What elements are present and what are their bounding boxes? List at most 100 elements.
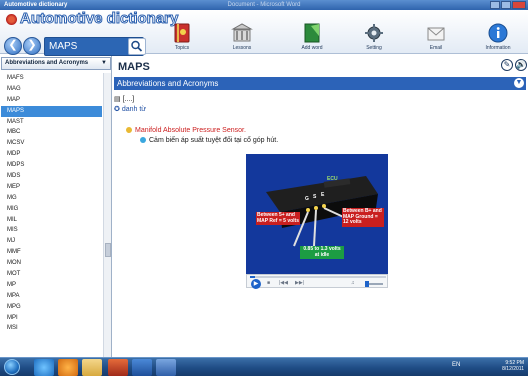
list-item[interactable]: MEP [1,182,102,193]
volume-icon[interactable]: ♫ [351,280,355,286]
translation-text: Cảm biến áp suất tuyệt đối tại cổ góp hú… [149,137,279,144]
definition-bullet-icon [126,127,132,134]
list-item[interactable]: MP [1,280,102,291]
email-envelope-icon [427,27,445,41]
volume-knob[interactable] [365,281,369,287]
clock[interactable]: 9:52 PM 8/12/2011 [502,360,524,372]
list-item[interactable]: MPI [1,313,102,324]
list-item[interactable]: MCSV [1,138,102,149]
search-input[interactable] [49,40,127,53]
back-button[interactable]: ❮ [4,37,22,55]
chevron-down-icon: ▼ [101,60,107,66]
pin-label-e: E [321,192,325,198]
media-player-controls: ▶ ■ |◀◀ ▶▶| ♫ [246,274,388,289]
tool-label: Setting [366,45,382,51]
previous-button[interactable]: |◀◀ [279,280,288,286]
list-item[interactable]: MMF [1,247,102,258]
list-item[interactable]: MIG [1,204,102,215]
title-bar: Automotive dictionary Document - Microso… [0,0,528,10]
list-item[interactable]: MAFS [1,73,102,84]
category-label: Abbreviations and Acronyms [5,60,89,66]
maximize-button[interactable] [501,1,511,9]
app-logo: Automotive dictionary [19,10,179,28]
list-item[interactable]: MAST [1,117,102,128]
tool-add-word[interactable]: Add word [290,22,334,56]
pronounce-button[interactable]: ✎ [501,59,513,71]
volume-slider[interactable] [367,283,383,285]
tool-setting[interactable]: Setting [352,22,396,56]
translation-bullet-icon [140,137,146,144]
taskbar-app-icon[interactable] [156,359,176,376]
list-item[interactable]: MJ [1,236,102,247]
taskbar: EN 9:52 PM 8/12/2011 [0,357,528,376]
lessons-building-icon [231,23,253,42]
list-item[interactable]: MOT [1,269,102,280]
page-title: MAPS [118,61,150,73]
taskbar-folder-icon[interactable] [82,359,102,376]
topics-book-icon [174,23,190,43]
list-item[interactable]: MAP [1,95,102,106]
seek-progress [250,276,256,278]
forward-button[interactable]: ❯ [23,37,41,55]
section-title: Abbreviations and Acronyms [117,79,219,88]
language-indicator[interactable]: EN [452,362,460,368]
tool-lessons[interactable]: Lessons [220,22,264,56]
clock-date: 8/12/2011 [502,366,524,372]
sidebar-scrollbar[interactable] [103,73,111,357]
list-item[interactable]: MPA [1,291,102,302]
category-dropdown[interactable]: Abbreviations and Acronyms ▼ [1,57,111,70]
list-item[interactable]: MON [1,258,102,269]
list-item[interactable]: MPG [1,302,102,313]
list-item[interactable]: MIL [1,215,102,226]
search-icon [131,40,143,52]
close-button[interactable] [512,1,526,9]
list-item[interactable]: MIS [1,225,102,236]
pin-label-g: G [305,196,309,202]
list-item[interactable]: MBC [1,127,102,138]
tool-label: Email [429,45,443,51]
annotation-bottom: 0.85 to 1.3 volts at idle [300,246,344,259]
tool-information[interactable]: Information [476,22,520,56]
annotation-right: Between B+ and MAP Ground = 12 volts [342,208,384,227]
scrollbar-thumb[interactable] [105,243,111,257]
entry-tag-text: [....] [122,96,135,103]
sidebar: Abbreviations and Acronyms ▼ MAFS MAG MAP M… [0,56,112,357]
tool-label: Add word [301,45,323,51]
tool-email[interactable]: Email [414,22,458,56]
entry-tag: ▤ [....] [114,96,135,103]
annotation-left: Between 5+ and MAP Ref = 5 volts [256,212,300,225]
header-toolbar: Automotive dictionary ❮ ❯ Topics [0,10,528,56]
next-button[interactable]: ▶▶| [295,280,304,286]
video-frame[interactable]: ECU G S E Between 5+ and MAP Ref = 5 vol… [246,154,388,274]
taskbar-media-icon[interactable] [58,359,78,376]
part-of-speech-text: danh từ [121,106,146,113]
taskbar-ie-icon[interactable] [34,359,54,376]
information-icon [488,23,508,43]
definition-text: Manifold Absolute Pressure Sensor. [135,127,246,134]
list-item[interactable]: MSI [1,323,102,334]
translation: Cảm biến áp suất tuyệt đối tại cổ góp hú… [140,137,278,144]
collapse-chevron-icon[interactable]: ▼ [514,78,524,88]
list-item[interactable]: MDP [1,149,102,160]
speaker-button[interactable]: 🔊 [515,59,527,71]
part-of-speech: ✪ danh từ [114,106,146,113]
list-item[interactable]: MDS [1,171,102,182]
start-button[interactable] [4,359,20,375]
search-button[interactable] [128,38,146,55]
app-window: Automotive dictionary Document - Microso… [0,0,528,376]
play-button[interactable]: ▶ [251,279,261,289]
seek-bar[interactable] [250,276,386,278]
list-item[interactable]: MDPS [1,160,102,171]
background-document-title: Document - Microsoft Word [227,2,301,8]
list-item[interactable]: MAG [1,84,102,95]
taskbar-dictionary-icon[interactable] [108,359,128,376]
list-item[interactable]: MAPS [1,105,102,117]
list-item[interactable]: MG [1,193,102,204]
taskbar-word-icon[interactable] [132,359,152,376]
stop-button[interactable]: ■ [267,280,270,286]
window-controls [490,1,526,9]
tool-label: Topics [174,45,190,51]
setting-gear-icon [365,24,383,42]
tool-topics[interactable]: Topics [160,22,204,56]
minimize-button[interactable] [490,1,500,9]
